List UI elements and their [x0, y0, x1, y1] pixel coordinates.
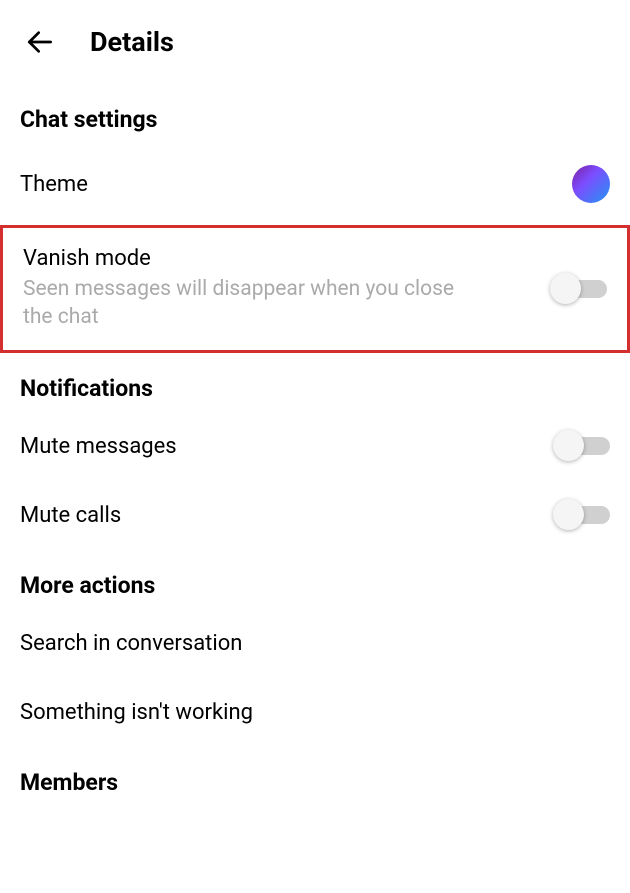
back-button[interactable] [20, 22, 60, 62]
mute-calls-toggle[interactable] [556, 506, 610, 524]
toggle-knob [550, 273, 581, 304]
header: Details [0, 0, 630, 84]
mute-messages-text: Mute messages [20, 434, 556, 459]
vanish-mode-label: Vanish mode [23, 246, 553, 271]
mute-calls-text: Mute calls [20, 503, 556, 528]
theme-row[interactable]: Theme [0, 143, 630, 225]
vanish-mode-text: Vanish mode Seen messages will disappear… [23, 246, 553, 332]
mute-calls-row: Mute calls [0, 481, 630, 550]
section-notifications: Notifications [0, 353, 630, 412]
mute-messages-toggle[interactable] [556, 437, 610, 455]
section-chat-settings: Chat settings [0, 84, 630, 143]
theme-label: Theme [20, 172, 572, 197]
toggle-knob [553, 499, 584, 530]
vanish-mode-toggle[interactable] [553, 280, 607, 298]
theme-color-icon [572, 165, 610, 203]
mute-messages-label: Mute messages [20, 434, 556, 459]
report-problem-row[interactable]: Something isn't working [0, 678, 630, 747]
vanish-mode-description: Seen messages will disappear when you cl… [23, 275, 473, 332]
vanish-mode-row: Vanish mode Seen messages will disappear… [0, 225, 630, 353]
content: Chat settings Theme Vanish mode Seen mes… [0, 84, 630, 806]
toggle-knob [553, 430, 584, 461]
theme-text: Theme [20, 172, 572, 197]
mute-calls-label: Mute calls [20, 503, 556, 528]
section-more-actions: More actions [0, 550, 630, 609]
back-arrow-icon [24, 26, 56, 58]
search-conversation-row[interactable]: Search in conversation [0, 609, 630, 678]
section-members: Members [0, 747, 630, 806]
page-title: Details [90, 26, 174, 58]
mute-messages-row: Mute messages [0, 412, 630, 481]
